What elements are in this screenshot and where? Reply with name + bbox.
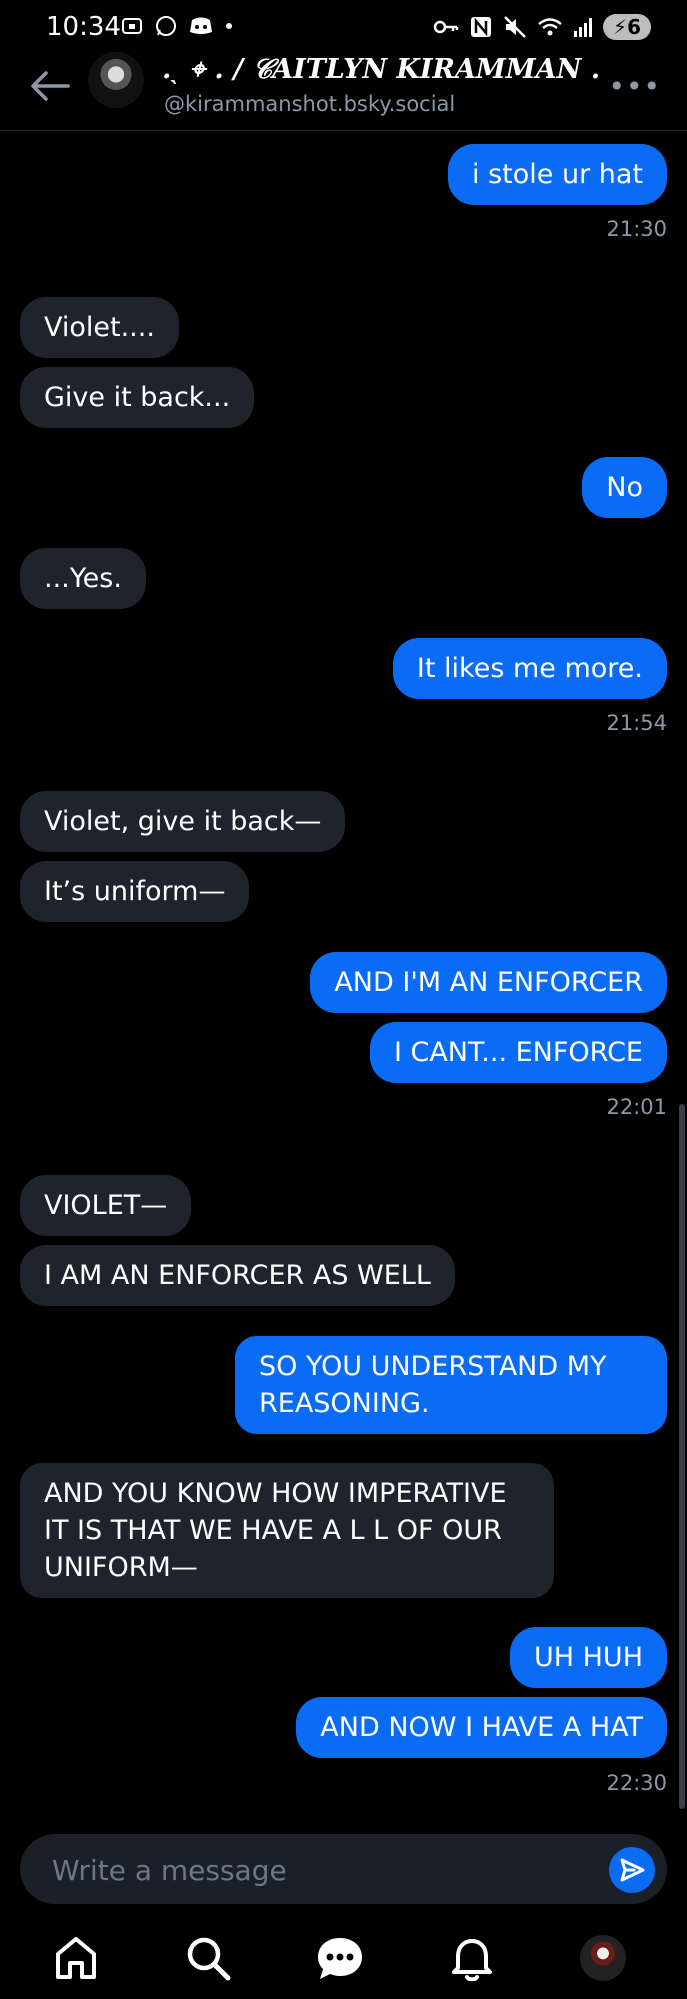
nfc-icon: [471, 17, 492, 37]
contact-avatar[interactable]: [88, 52, 144, 108]
send-button[interactable]: [609, 1847, 655, 1893]
wifi-icon: [538, 18, 562, 36]
battery-indicator: ⚡6: [603, 14, 651, 40]
home-icon[interactable]: [50, 1932, 102, 1984]
message-timestamp: 22:30: [606, 1771, 667, 1795]
message-incoming[interactable]: ...Yes.: [20, 548, 146, 609]
scrollbar[interactable]: [679, 1104, 685, 1809]
message-incoming[interactable]: AND YOU KNOW HOW IMPERATIVE IT IS THAT W…: [20, 1463, 554, 1598]
bell-icon[interactable]: [446, 1932, 498, 1984]
system-icons: ⚡6: [433, 14, 651, 40]
message-incoming[interactable]: Give it back...: [20, 367, 255, 428]
message-timestamp: 21:30: [606, 217, 667, 241]
notification-icons: [120, 14, 234, 38]
screenshot-icon: [122, 18, 142, 34]
discord-icon: [190, 17, 212, 34]
key-icon: [433, 20, 459, 34]
message-outgoing[interactable]: i stole ur hat: [448, 144, 667, 205]
search-icon[interactable]: [182, 1932, 234, 1984]
conversation-header: .ˎ ⌖ . / 𝒞AITLYN KIRAMMAN . @kirammansho…: [0, 48, 687, 131]
message-incoming[interactable]: Violet....: [20, 297, 179, 358]
message-timestamp: 22:01: [606, 1095, 667, 1119]
message-outgoing[interactable]: UH HUH: [509, 1627, 667, 1688]
bottom-tab-bar: [0, 1920, 687, 1999]
contact-display-name[interactable]: .ˎ ⌖ . / 𝒞AITLYN KIRAMMAN .: [162, 54, 600, 86]
battery-level: 6: [627, 15, 641, 39]
mute-icon: [504, 16, 526, 38]
message-incoming[interactable]: Violet, give it back—: [20, 791, 346, 852]
status-time: 10:34: [46, 12, 121, 42]
message-outgoing[interactable]: AND I'M AN ENFORCER: [310, 952, 667, 1013]
signal-icon: [574, 18, 593, 37]
message-composer: [20, 1834, 667, 1906]
dot-icon: [226, 23, 232, 29]
message-incoming[interactable]: It’s uniform—: [20, 861, 250, 922]
message-incoming[interactable]: VIOLET—: [20, 1175, 192, 1236]
profile-avatar[interactable]: [580, 1935, 626, 1981]
message-outgoing[interactable]: No: [582, 457, 667, 518]
message-timestamp: 21:54: [606, 711, 667, 735]
message-outgoing[interactable]: It likes me more.: [392, 638, 667, 699]
back-arrow-icon[interactable]: [28, 66, 72, 106]
message-outgoing[interactable]: I CANT... ENFORCE: [369, 1022, 667, 1083]
send-icon: [620, 1858, 645, 1882]
more-options-button[interactable]: •••: [608, 70, 661, 103]
message-outgoing[interactable]: AND NOW I HAVE A HAT: [296, 1697, 667, 1758]
contact-handle[interactable]: @kirammanshot.bsky.social: [164, 92, 455, 116]
message-incoming[interactable]: I AM AN ENFORCER AS WELL: [20, 1245, 455, 1306]
message-input[interactable]: [50, 1834, 594, 1906]
chat-icon[interactable]: [314, 1932, 366, 1984]
message-outgoing[interactable]: SO YOU UNDERSTAND MY REASONING.: [235, 1336, 667, 1434]
whatsapp-icon: [156, 16, 176, 36]
